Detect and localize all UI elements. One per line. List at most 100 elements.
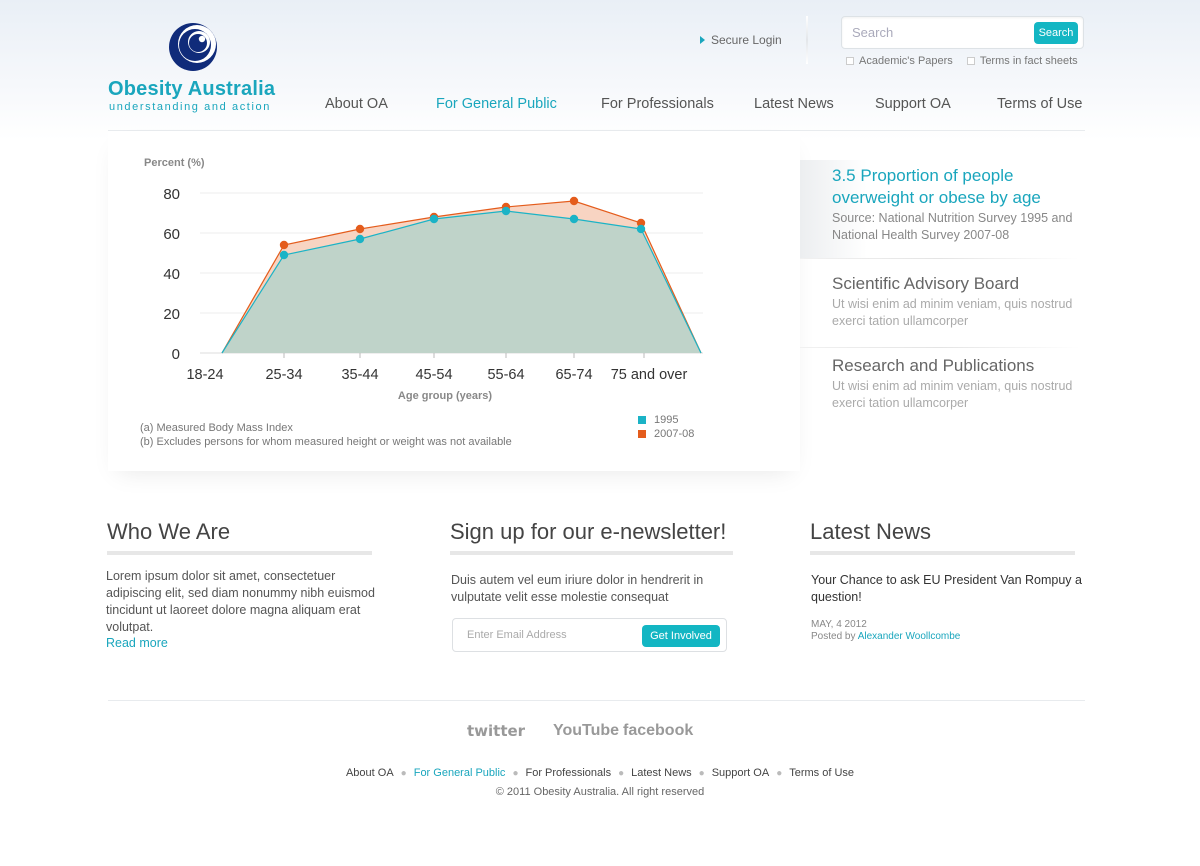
who-we-are-text: Lorem ipsum dolor sit amet, consectetuer… [106,569,375,634]
nav-latest-news[interactable]: Latest News [754,96,834,112]
option-label: Terms in fact sheets [979,55,1078,67]
data-point-1995 [636,224,646,234]
area-1995 [222,211,701,353]
data-point-2007-08 [279,240,289,250]
who-we-are-rule [107,551,372,555]
footer-latest-news[interactable]: Latest News [631,767,692,779]
sidebar-item-proportion[interactable]: 3.5 Proportion of people overweight or o… [800,160,1080,258]
chart-areas [221,200,702,354]
data-point-1995 [279,250,289,260]
data-point-2007-08 [355,224,365,234]
nav-terms-of-use[interactable]: Terms of Use [997,96,1082,112]
footer-nav: About OA ● For General Public ● For Professi… [0,767,1200,779]
email-box: Get Involved [452,618,727,652]
logo-mark-icon [169,23,217,71]
legend-label-1995: 1995 [654,414,679,426]
area-chart: 0 20 40 60 80 18-24 25-34 35-44 45-54 55-64 65-74 7… [144,157,703,402]
news-headline-link[interactable]: Your Chance to ask EU President Van Romp… [811,572,1091,606]
x-tick-label: 65-74 [555,367,592,383]
author-link[interactable]: Alexander Woollcombe [858,631,961,642]
latest-news-rule [810,551,1075,555]
newsletter-rule [450,551,733,555]
checkbox-icon[interactable] [846,57,854,65]
secure-login-label: Secure Login [711,33,782,47]
who-we-are-title: Who We Are [107,519,231,544]
data-point-1995 [501,206,511,216]
legend-item-2007: 2007-08 [638,428,694,440]
sidebar: 3.5 Proportion of people overweight or o… [800,160,1085,460]
option-academic-papers[interactable]: Academic's Papers [846,55,953,67]
footer-support-oa[interactable]: Support OA [712,767,769,779]
data-point-2007-08 [569,196,579,206]
footer-separator: ● [618,768,625,779]
y-tick-label: 80 [163,186,180,203]
sidebar-item-title: Scientific Advisory Board [832,274,1020,293]
sidebar-item-desc: Ut wisi enim ad minim veniam, quis nostr… [832,297,1073,328]
y-tick-label: 20 [163,306,180,323]
secure-login-link[interactable]: Secure Login [700,33,782,47]
legend-item-1995: 1995 [638,414,678,426]
x-tick-label: 35-44 [341,367,378,383]
checkbox-icon[interactable] [966,57,975,65]
newsletter-title: Sign up for our e-newsletter! [450,519,727,544]
nav-professionals[interactable]: For Professionals [601,96,714,112]
chart-note-a: (a) Measured Body Mass Index [140,422,293,434]
option-fact-sheets[interactable]: Terms in fact sheets [966,55,1078,67]
search-button[interactable]: Search [1034,22,1078,44]
sidebar-item-advisory-board[interactable]: Scientific Advisory Board Ut wisi enim a… [800,273,1080,330]
read-more-link[interactable]: Read more [106,636,168,650]
youtube-link[interactable]: YouTube [553,722,619,740]
sidebar-divider [800,347,1080,348]
news-byline: Posted by Alexander Woollcombe [811,631,960,642]
chart-panel: 0 20 40 60 80 18-24 25-34 35-44 45-54 55-64 65-74 7… [108,131,800,471]
news-date: MAY, 4 2012 [811,619,867,630]
latest-news-title: Latest News [810,519,932,544]
x-tick-label: 18-24 [186,367,223,383]
y-tick-label: 0 [172,346,180,363]
footer-separator: ● [512,768,519,779]
search-options: Academic's Papers Terms in fact sheets [846,55,1078,67]
search-input[interactable] [852,25,1022,40]
search-box: Search [841,16,1084,49]
data-point-1995 [355,234,365,244]
sidebar-item-title: Research and Publications [832,356,1035,375]
nav-support-oa[interactable]: Support OA [875,96,951,112]
facebook-link[interactable]: facebook [623,722,693,740]
nav-general-public[interactable]: For General Public [436,96,557,112]
sidebar-item-research[interactable]: Research and Publications Ut wisi enim a… [800,355,1080,412]
footer-separator: ● [400,768,407,779]
footer-general-public[interactable]: For General Public [414,767,506,779]
chart-note-b: (b) Excludes persons for whom measured h… [140,436,512,448]
sidebar-item-desc: Source: National Nutrition Survey 1995 a… [832,211,1073,242]
main-nav: About OA For General Public For Professi… [0,96,1200,116]
posted-by-label: Posted by [811,631,856,642]
x-tick-label: 25-34 [265,367,302,383]
x-tick-label: 45-54 [415,367,452,383]
data-point-1995 [429,214,439,224]
y-tick-label: 60 [163,226,180,243]
twitter-link[interactable]: twitter [467,722,525,740]
copyright: © 2011 Obesity Australia. All right rese… [495,786,705,798]
y-tick-label: 40 [163,266,180,283]
footer-about-oa[interactable]: About OA [346,767,394,779]
sidebar-divider [800,258,1080,259]
email-input[interactable] [467,629,637,641]
x-tick-label: 75 and over [611,367,688,383]
footer-separator: ● [776,768,783,779]
footer-separator: ● [698,768,705,779]
footer-professionals[interactable]: For Professionals [525,767,611,779]
nav-about-oa[interactable]: About OA [325,96,388,112]
footer-rule [108,700,1085,701]
arrow-right-icon [700,36,705,44]
y-axis-label: Percent (%) [144,157,205,169]
legend-swatch-1995 [638,416,646,424]
option-label: Academic's Papers [859,55,953,67]
footer-terms-of-use[interactable]: Terms of Use [789,767,854,779]
get-involved-button[interactable]: Get Involved [642,625,720,647]
data-point-1995 [569,214,579,224]
sidebar-item-desc: Ut wisi enim ad minim veniam, quis nostr… [832,379,1073,410]
legend-swatch-2007 [638,430,646,438]
legend-label-2007: 2007-08 [654,428,695,440]
header-divider [806,16,808,64]
sidebar-item-title: 3.5 Proportion of people overweight or o… [832,166,1041,207]
